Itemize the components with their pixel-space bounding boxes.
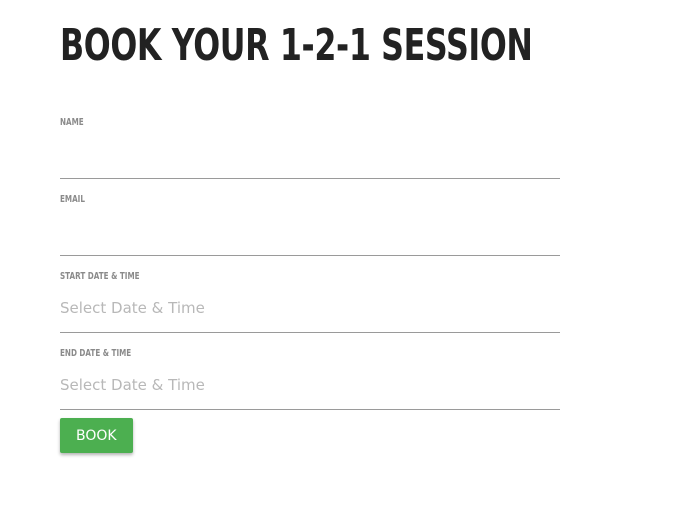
email-input[interactable] (60, 207, 560, 255)
name-label: NAME (60, 117, 84, 128)
email-label: EMAIL (60, 194, 85, 205)
end-datetime-field-group: END DATE & TIME (60, 347, 560, 410)
start-datetime-label: START DATE & TIME (60, 271, 140, 282)
booking-form-container: BOOK YOUR 1-2-1 SESSION NAME EMAIL START… (60, 14, 560, 453)
end-datetime-label: END DATE & TIME (60, 348, 132, 359)
end-datetime-input[interactable] (60, 361, 560, 409)
page-title: BOOK YOUR 1-2-1 SESSION (60, 20, 533, 71)
email-field-group: EMAIL (60, 193, 560, 256)
start-datetime-field-group: START DATE & TIME (60, 270, 560, 333)
name-input[interactable] (60, 130, 560, 178)
name-field-group: NAME (60, 116, 560, 179)
start-datetime-input[interactable] (60, 284, 560, 332)
booking-form: NAME EMAIL START DATE & TIME END DATE & … (60, 116, 560, 453)
book-button[interactable]: BOOK (60, 418, 133, 453)
